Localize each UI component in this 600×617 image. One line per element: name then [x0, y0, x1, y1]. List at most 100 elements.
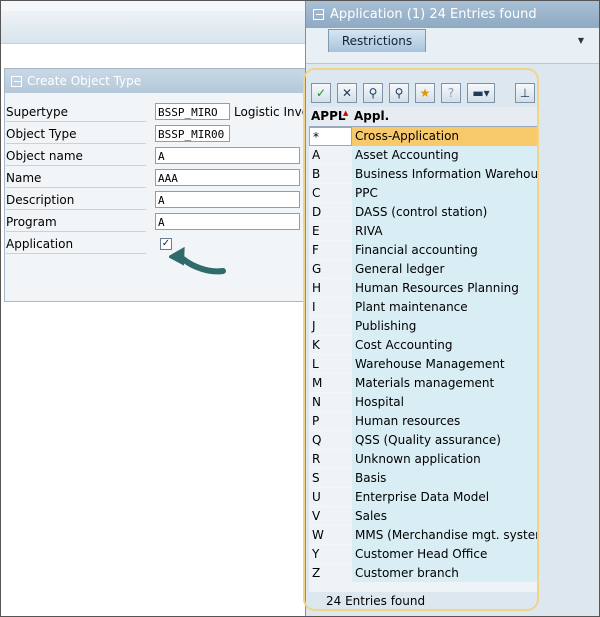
appl-code-cell[interactable]: N	[309, 393, 352, 412]
appl-code-cell[interactable]: Y	[309, 545, 352, 564]
appl-code-cell[interactable]: Q	[309, 431, 352, 450]
appl-name-cell[interactable]: Materials management	[352, 374, 537, 393]
appl-name-cell[interactable]: Sales	[352, 507, 537, 526]
table-row[interactable]: P Human resources	[309, 412, 537, 431]
table-row[interactable]: L Warehouse Management	[309, 355, 537, 374]
tab-menu-dropdown-icon[interactable]: ▼	[578, 36, 584, 45]
appl-name-cell[interactable]: General ledger	[352, 260, 537, 279]
table-row[interactable]: V Sales	[309, 507, 537, 526]
appl-name-cell[interactable]: Basis	[352, 469, 537, 488]
table-row[interactable]: B Business Information Warehouse	[309, 165, 537, 184]
close-icon[interactable]: ✕	[337, 83, 357, 103]
table-row[interactable]: Q QSS (Quality assurance)	[309, 431, 537, 450]
appl-name-cell[interactable]: Financial accounting	[352, 241, 537, 260]
field-input[interactable]: BSSP_MIR00	[155, 125, 230, 142]
appl-code-cell[interactable]: M	[309, 374, 352, 393]
appl-code-cell[interactable]: J	[309, 317, 352, 336]
field-input[interactable]: BSSP_MIRO	[155, 103, 230, 120]
field-input[interactable]: A	[155, 213, 300, 230]
appl-name-cell[interactable]: Human resources	[352, 412, 537, 431]
appl-code-cell[interactable]: A	[309, 146, 352, 165]
tab-strip: Restrictions	[306, 28, 599, 64]
dialog-title-bar: Create Object Type	[5, 69, 307, 93]
appl-name-cell[interactable]: Business Information Warehouse	[352, 165, 537, 184]
appl-code-cell[interactable]: D	[309, 203, 352, 222]
appl-code-cell[interactable]: B	[309, 165, 352, 184]
table-footer	[309, 582, 537, 592]
appl-name-cell[interactable]: Plant maintenance	[352, 298, 537, 317]
table-row[interactable]: C PPC	[309, 184, 537, 203]
table-row[interactable]: K Cost Accounting	[309, 336, 537, 355]
appl-name-cell[interactable]: Customer branch	[352, 564, 537, 583]
table-row[interactable]: U Enterprise Data Model	[309, 488, 537, 507]
appl-code-cell[interactable]: E	[309, 222, 352, 241]
appl-code-cell[interactable]: W	[309, 526, 352, 545]
table-row[interactable]: J Publishing	[309, 317, 537, 336]
table-row[interactable]: W MMS (Merchandise mgt. system)	[309, 526, 537, 545]
field-label: Object Type	[6, 126, 146, 144]
field-input[interactable]: A	[155, 191, 300, 208]
column-header-appl-name[interactable]: Appl.	[354, 109, 389, 123]
table-row[interactable]: Z Customer branch	[309, 564, 537, 583]
appl-name-cell[interactable]: QSS (Quality assurance)	[352, 431, 537, 450]
table-row[interactable]: R Unknown application	[309, 450, 537, 469]
appl-code-cell[interactable]: G	[309, 260, 352, 279]
appl-code-cell[interactable]: I	[309, 298, 352, 317]
table-row[interactable]: M Materials management	[309, 374, 537, 393]
table-row[interactable]: Y Customer Head Office	[309, 545, 537, 564]
appl-name-cell[interactable]: PPC	[352, 184, 537, 203]
table-row[interactable]: S Basis	[309, 469, 537, 488]
appl-name-cell[interactable]: DASS (control station)	[352, 203, 537, 222]
appl-code-cell[interactable]: *	[309, 127, 352, 146]
form-row: Name AAA	[6, 168, 302, 188]
appl-name-cell[interactable]: Publishing	[352, 317, 537, 336]
tab-restrictions[interactable]: Restrictions	[328, 29, 426, 52]
appl-name-cell[interactable]: Human Resources Planning	[352, 279, 537, 298]
appl-name-cell[interactable]: Cost Accounting	[352, 336, 537, 355]
favorites-icon[interactable]: ★	[415, 83, 435, 103]
appl-name-cell[interactable]: Warehouse Management	[352, 355, 537, 374]
popup-title-bar[interactable]: Application (1) 24 Entries found	[306, 1, 599, 28]
table-row[interactable]: D DASS (control station)	[309, 203, 537, 222]
appl-name-cell[interactable]: Enterprise Data Model	[352, 488, 537, 507]
table-row[interactable]: H Human Resources Planning	[309, 279, 537, 298]
pointer-arrow-icon	[169, 247, 226, 275]
appl-code-cell[interactable]: V	[309, 507, 352, 526]
appl-name-cell[interactable]: Customer Head Office	[352, 545, 537, 564]
table-row[interactable]: E RIVA	[309, 222, 537, 241]
appl-code-cell[interactable]: P	[309, 412, 352, 431]
table-row[interactable]: * Cross-Application	[309, 127, 537, 146]
appl-code-cell[interactable]: K	[309, 336, 352, 355]
appl-name-cell[interactable]: MMS (Merchandise mgt. system)	[352, 526, 537, 545]
appl-code-cell[interactable]: S	[309, 469, 352, 488]
appl-name-cell[interactable]: Cross-Application	[352, 127, 537, 146]
appl-name-cell[interactable]: Asset Accounting	[352, 146, 537, 165]
find-next-icon[interactable]: ⚲	[389, 83, 409, 103]
background-top	[1, 1, 306, 11]
field-input[interactable]: A	[155, 147, 300, 164]
appl-name-cell[interactable]: RIVA	[352, 222, 537, 241]
appl-code-cell[interactable]: Z	[309, 564, 352, 583]
appl-code-cell[interactable]: H	[309, 279, 352, 298]
appl-code-cell[interactable]: L	[309, 355, 352, 374]
column-header-appl-code[interactable]: APPL	[311, 109, 346, 123]
appl-name-cell[interactable]: Hospital	[352, 393, 537, 412]
appl-code-cell[interactable]: R	[309, 450, 352, 469]
field-label: Supertype	[6, 104, 146, 122]
table-row[interactable]: A Asset Accounting	[309, 146, 537, 165]
find-icon[interactable]: ⚲	[363, 83, 383, 103]
appl-code-cell[interactable]: U	[309, 488, 352, 507]
pin-icon[interactable]: ⊥	[515, 83, 535, 103]
appl-name-cell[interactable]: Unknown application	[352, 450, 537, 469]
appl-code-cell[interactable]: F	[309, 241, 352, 260]
table-row[interactable]: G General ledger	[309, 260, 537, 279]
dialog-title: Create Object Type	[27, 74, 142, 88]
table-row[interactable]: N Hospital	[309, 393, 537, 412]
info-icon[interactable]: ?	[441, 83, 461, 103]
appl-code-cell[interactable]: C	[309, 184, 352, 203]
field-input[interactable]: AAA	[155, 169, 300, 186]
print-icon[interactable]: ▬▾	[467, 83, 495, 103]
table-row[interactable]: I Plant maintenance	[309, 298, 537, 317]
table-row[interactable]: F Financial accounting	[309, 241, 537, 260]
checkmark-icon[interactable]: ✓	[311, 83, 331, 103]
